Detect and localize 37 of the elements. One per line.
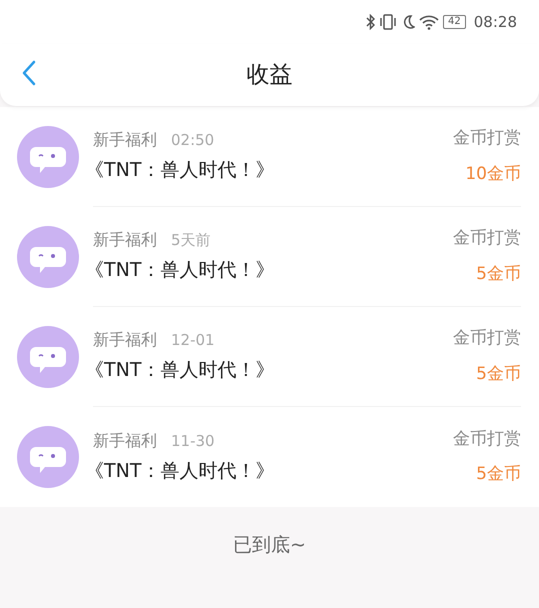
reward-type: 金币打赏 bbox=[453, 428, 521, 450]
back-icon bbox=[22, 60, 36, 86]
book-title: 《TNT：兽人时代！》 bbox=[85, 158, 274, 184]
coin-amount: 5金币 bbox=[475, 362, 521, 386]
moon-icon bbox=[401, 14, 416, 30]
time-label: 12-01 bbox=[171, 330, 215, 352]
coin-amount: 5金币 bbox=[475, 463, 521, 486]
source-label: 新手福利 bbox=[93, 129, 157, 152]
source-label: 新手福利 bbox=[93, 329, 157, 352]
income-row[interactable]: 新手福利 11-30 《TNT：兽人时代！》 金币打赏 5金币 bbox=[0, 407, 539, 507]
avatar-icon bbox=[17, 426, 79, 488]
reward-type: 金币打赏 bbox=[453, 127, 521, 150]
avatar-icon bbox=[17, 326, 79, 388]
source-label: 新手福利 bbox=[93, 430, 157, 452]
end-of-list-text: 已到底~ bbox=[233, 533, 306, 558]
book-title: 《TNT：兽人时代！》 bbox=[85, 358, 274, 384]
battery-icon: 42 bbox=[443, 15, 466, 29]
avatar-icon bbox=[17, 126, 79, 188]
time-label: 11-30 bbox=[171, 430, 215, 452]
page-title: 收益 bbox=[246, 60, 292, 90]
coin-amount: 5金币 bbox=[475, 262, 521, 286]
reward-type: 金币打赏 bbox=[453, 227, 521, 250]
time-label: 5天前 bbox=[171, 230, 211, 252]
income-row[interactable]: 新手福利 12-01 《TNT：兽人时代！》 金币打赏 5金币 bbox=[0, 307, 539, 407]
income-row[interactable]: 新手福利 02:50 《TNT：兽人时代！》 金币打赏 10金币 bbox=[0, 107, 539, 207]
source-label: 新手福利 bbox=[93, 229, 157, 252]
book-title: 《TNT：兽人时代！》 bbox=[85, 458, 274, 484]
coin-amount: 10金币 bbox=[464, 162, 521, 186]
time-label: 02:50 bbox=[171, 130, 214, 152]
book-title: 《TNT：兽人时代！》 bbox=[85, 258, 274, 284]
status-time: 08:28 bbox=[474, 12, 517, 33]
wifi-icon bbox=[419, 14, 440, 30]
reward-type: 金币打赏 bbox=[453, 327, 521, 350]
avatar-icon bbox=[17, 226, 79, 288]
bluetooth-icon bbox=[366, 14, 376, 30]
income-row[interactable]: 新手福利 5天前 《TNT：兽人时代！》 金币打赏 5金币 bbox=[0, 207, 539, 307]
vibrate-icon bbox=[379, 14, 398, 30]
